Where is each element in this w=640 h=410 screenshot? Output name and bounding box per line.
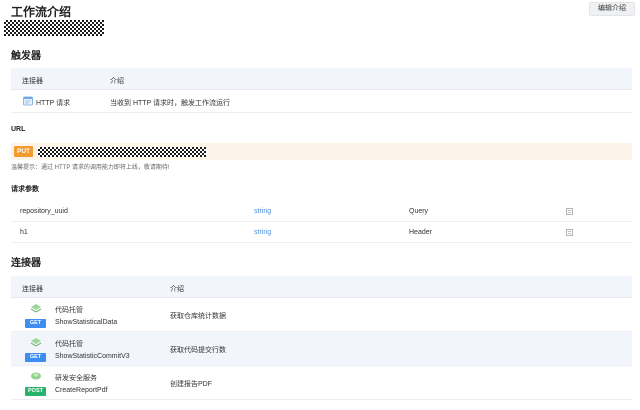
param-type: string: [254, 229, 272, 236]
url-heading: URL: [11, 126, 26, 133]
table-row: GET 代码托管 ShowStatisticalData 获取仓库统计数据: [11, 298, 632, 332]
method-badge: PUT: [14, 146, 33, 157]
method-badge: GET: [25, 319, 46, 328]
param-row: h1 string Header: [11, 222, 632, 243]
url-hint: 温馨提示：通过 HTTP 请求的调用能力即将上线，敬请期待!: [11, 165, 170, 171]
http-request-icon: [23, 96, 33, 106]
column-connector: 连接器: [22, 286, 43, 293]
column-connector: 连接器: [22, 78, 43, 85]
column-description: 介绍: [170, 286, 184, 293]
table-row: HTTP 请求 当收到 HTTP 请求时，触发工作流运行: [11, 90, 632, 113]
url-bar: PUT: [11, 143, 632, 160]
connector-table: 连接器 介绍 GET 代码托管 ShowStatisticalData 获取仓库…: [11, 276, 632, 400]
param-type: string: [254, 208, 272, 215]
trigger-description: 当收到 HTTP 请求时，触发工作流运行: [110, 100, 231, 107]
connector-description: 获取代码提交行数: [170, 347, 226, 354]
param-name: repository_uuid: [20, 208, 68, 215]
trigger-table: 连接器 介绍 HTTP 请求 当收到 HTTP 请求时，触发工作流运行: [11, 68, 632, 113]
params-heading: 请求参数: [11, 186, 39, 193]
connector-operation: ShowStatisticalData: [55, 319, 118, 326]
connector-table-header: 连接器 介绍: [11, 276, 632, 298]
connector-name: 研发安全服务: [55, 375, 97, 382]
connector-operation: ShowStatisticCommitV3: [55, 353, 130, 360]
param-location: Query: [409, 208, 429, 215]
connector-heading: 连接器: [11, 258, 41, 269]
trigger-heading: 触发器: [11, 51, 41, 62]
code-hosting-icon: [30, 338, 42, 347]
column-description: 介绍: [110, 78, 124, 85]
document-icon[interactable]: [566, 229, 573, 238]
page-title: 工作流介绍: [11, 5, 72, 19]
method-badge: GET: [25, 353, 46, 362]
edit-intro-button[interactable]: 编辑介绍: [589, 2, 635, 16]
connector-name: 代码托管: [55, 341, 83, 348]
document-icon[interactable]: [566, 208, 573, 217]
security-service-icon: [31, 372, 41, 380]
code-hosting-icon: [30, 304, 42, 313]
connector-description: 获取仓库统计数据: [170, 313, 226, 320]
connector-operation: CreateReportPdf: [55, 387, 108, 394]
trigger-table-header: 连接器 介绍: [11, 68, 632, 90]
trigger-name: HTTP 请求: [36, 100, 71, 107]
connector-description: 创建报告PDF: [170, 381, 212, 388]
param-location: Header: [409, 229, 432, 236]
redacted-url: [38, 147, 206, 157]
connector-name: 代码托管: [55, 307, 83, 314]
table-row: POST 研发安全服务 CreateReportPdf 创建报告PDF: [11, 366, 632, 400]
method-badge: POST: [25, 387, 46, 396]
table-row: GET 代码托管 ShowStatisticCommitV3 获取代码提交行数: [11, 332, 632, 366]
redacted-text: [4, 20, 104, 36]
param-name: h1: [20, 229, 28, 236]
param-row: repository_uuid string Query: [11, 201, 632, 222]
